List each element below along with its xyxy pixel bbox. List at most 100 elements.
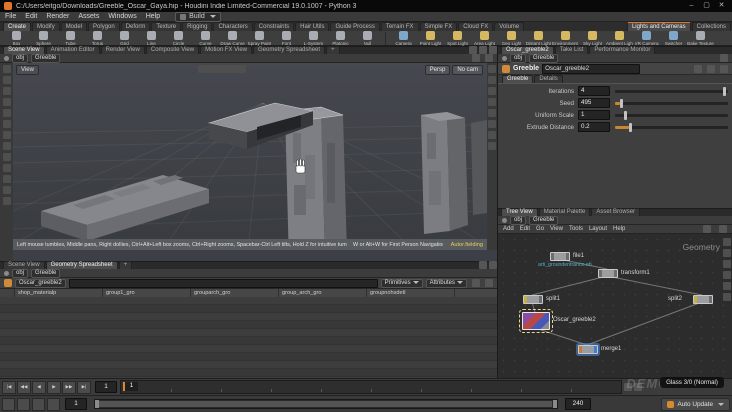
view-menu-button[interactable]: View xyxy=(16,65,39,75)
network-path-obj[interactable]: obj xyxy=(510,215,527,225)
param-path-obj[interactable]: obj xyxy=(510,53,527,63)
tool-sky-light[interactable]: Sky Light xyxy=(579,30,606,46)
node-file1[interactable]: file1 xyxy=(550,252,584,261)
go-to-start-button[interactable]: |◀ xyxy=(2,380,16,394)
spreadsheet-body[interactable] xyxy=(0,297,497,385)
snap-tool-icon[interactable] xyxy=(2,131,11,139)
tool-lsystem[interactable]: L-System xyxy=(300,30,327,46)
tab-performance-monitor[interactable]: Performance Monitor xyxy=(589,46,656,54)
column-header-3[interactable]: group_arch_gro xyxy=(279,289,367,297)
tool-geo-light[interactable]: Geo Light xyxy=(498,30,525,46)
pane-maximize-icon[interactable] xyxy=(489,46,497,54)
step-back-button[interactable]: ◀ xyxy=(32,380,46,394)
network-menu-add[interactable]: Add xyxy=(503,226,514,232)
new-tab-button[interactable]: + xyxy=(326,46,340,54)
menu-windows[interactable]: Windows xyxy=(108,13,136,20)
tool-spot-light[interactable]: Spot Light xyxy=(444,30,471,46)
pin-icon-3[interactable] xyxy=(502,55,507,61)
node-flag-left[interactable] xyxy=(524,296,527,303)
menu-edit[interactable]: Edit xyxy=(25,13,37,20)
node-flag-left[interactable] xyxy=(579,346,582,353)
camera-select-icon[interactable] xyxy=(472,54,480,62)
node-flag-left[interactable] xyxy=(694,296,697,303)
tab-render-view[interactable]: Render View xyxy=(100,46,145,54)
refresh-icon[interactable] xyxy=(485,279,493,287)
param-path-greeble[interactable]: Greeble xyxy=(529,53,559,63)
column-header-2[interactable]: grouparch_gro xyxy=(191,289,279,297)
tool-distant-light[interactable]: Distant Light xyxy=(525,30,552,46)
playback-options-icon[interactable] xyxy=(2,397,15,411)
no-cam-button[interactable]: No cam xyxy=(452,65,483,75)
network-menu-help[interactable]: Help xyxy=(613,226,625,232)
tool-grid[interactable]: Grid xyxy=(111,30,138,46)
node-flag-right[interactable] xyxy=(594,346,597,353)
node-name-field[interactable]: Oscar_greeble2 xyxy=(542,63,641,74)
rotate-tool-icon[interactable] xyxy=(2,98,11,106)
persp-camera-button[interactable]: Persp xyxy=(424,65,451,75)
paint-tool-icon[interactable] xyxy=(2,175,11,183)
fast-rewind-button[interactable]: ◀◀ xyxy=(17,380,31,394)
pane-menu-icon-2[interactable] xyxy=(479,261,487,269)
network-options-icon[interactable] xyxy=(723,293,731,301)
help-icon[interactable] xyxy=(707,64,715,73)
node-split2[interactable]: split2 xyxy=(668,295,713,304)
iterations-field[interactable]: 4 xyxy=(578,86,610,96)
uniform-scale-field[interactable]: 1 xyxy=(578,110,610,120)
menu-help[interactable]: Help xyxy=(146,13,160,20)
scale-tool-icon[interactable] xyxy=(2,109,11,117)
wireframe-icon[interactable] xyxy=(488,98,496,106)
node-merge1[interactable]: merge1 xyxy=(578,345,621,354)
tool-area-light[interactable]: Area Light xyxy=(471,30,498,46)
network-frame-icon[interactable] xyxy=(723,249,731,257)
seed-slider[interactable] xyxy=(615,98,728,108)
tab-composite-view[interactable]: Composite View xyxy=(145,46,200,54)
path-obj[interactable]: obj xyxy=(12,53,29,63)
tool-camera[interactable]: Camera xyxy=(390,30,417,46)
tab-parameters[interactable]: Oscar_greeble2 xyxy=(501,46,554,54)
view-options-icon[interactable] xyxy=(488,131,496,139)
spreadsheet-node-chip[interactable]: Oscar_greeble2 xyxy=(15,278,66,288)
node-flag-right[interactable] xyxy=(539,296,542,303)
tab-scene-view-2[interactable]: Scene View xyxy=(3,261,45,269)
frame-view-icon[interactable] xyxy=(488,76,496,84)
group-select-icon[interactable] xyxy=(238,65,246,73)
desktop-selector[interactable]: Build xyxy=(175,11,221,22)
move-mode-icon[interactable] xyxy=(206,65,214,73)
tool-platonic[interactable]: Platonic xyxy=(327,30,354,46)
tab-take-list[interactable]: Take List xyxy=(554,46,589,54)
misc-tool-icon[interactable] xyxy=(2,197,11,205)
home-view-icon[interactable] xyxy=(488,65,496,73)
sculpt-tool-icon[interactable] xyxy=(2,186,11,194)
tool-spray-paint[interactable]: Spray Paint xyxy=(246,30,273,46)
new-tab-button-2[interactable]: + xyxy=(118,261,133,269)
node-flag-right[interactable] xyxy=(709,296,712,303)
tab-motion-fx-view[interactable]: Motion FX View xyxy=(200,46,253,54)
tool-switcher[interactable]: Switcher xyxy=(660,30,687,46)
snapshot-icon[interactable] xyxy=(485,54,493,62)
tab-animation-editor[interactable]: Animation Editor xyxy=(45,46,100,54)
network-path-greeble[interactable]: Greeble xyxy=(529,215,559,225)
node-flag-left[interactable] xyxy=(551,253,554,260)
component-type-dropdown[interactable]: Primitives xyxy=(380,278,423,288)
tool-font[interactable]: Font xyxy=(273,30,300,46)
network-color-icon[interactable] xyxy=(723,260,731,268)
network-menu-edit[interactable]: Edit xyxy=(520,226,530,232)
handles-tool-icon[interactable] xyxy=(2,120,11,128)
tab-geometry-spreadsheet-2[interactable]: Geometry Spreadsheet xyxy=(45,261,118,269)
step-forward-button[interactable]: ▶▶ xyxy=(62,380,76,394)
group-input[interactable] xyxy=(68,278,378,288)
lock-icon[interactable] xyxy=(694,64,702,73)
lighting-icon[interactable] xyxy=(488,109,496,117)
timeline[interactable]: 1 xyxy=(120,380,622,394)
network-overview-icon[interactable] xyxy=(723,238,731,246)
audio-icon[interactable] xyxy=(17,397,30,411)
tool-ambient-light[interactable]: Ambient Light xyxy=(606,30,633,46)
gear-icon[interactable] xyxy=(720,54,728,62)
tool-sphere[interactable]: Sphere xyxy=(30,30,57,46)
pane-maximize-icon-2[interactable] xyxy=(489,261,497,269)
edit-tool-icon[interactable] xyxy=(2,164,11,172)
network-menu-tools[interactable]: Tools xyxy=(569,226,583,232)
playhead[interactable]: 1 xyxy=(123,382,138,391)
tab-geometry-spreadsheet[interactable]: Geometry Spreadsheet xyxy=(253,46,326,54)
network-menu-go[interactable]: Go xyxy=(536,226,544,232)
